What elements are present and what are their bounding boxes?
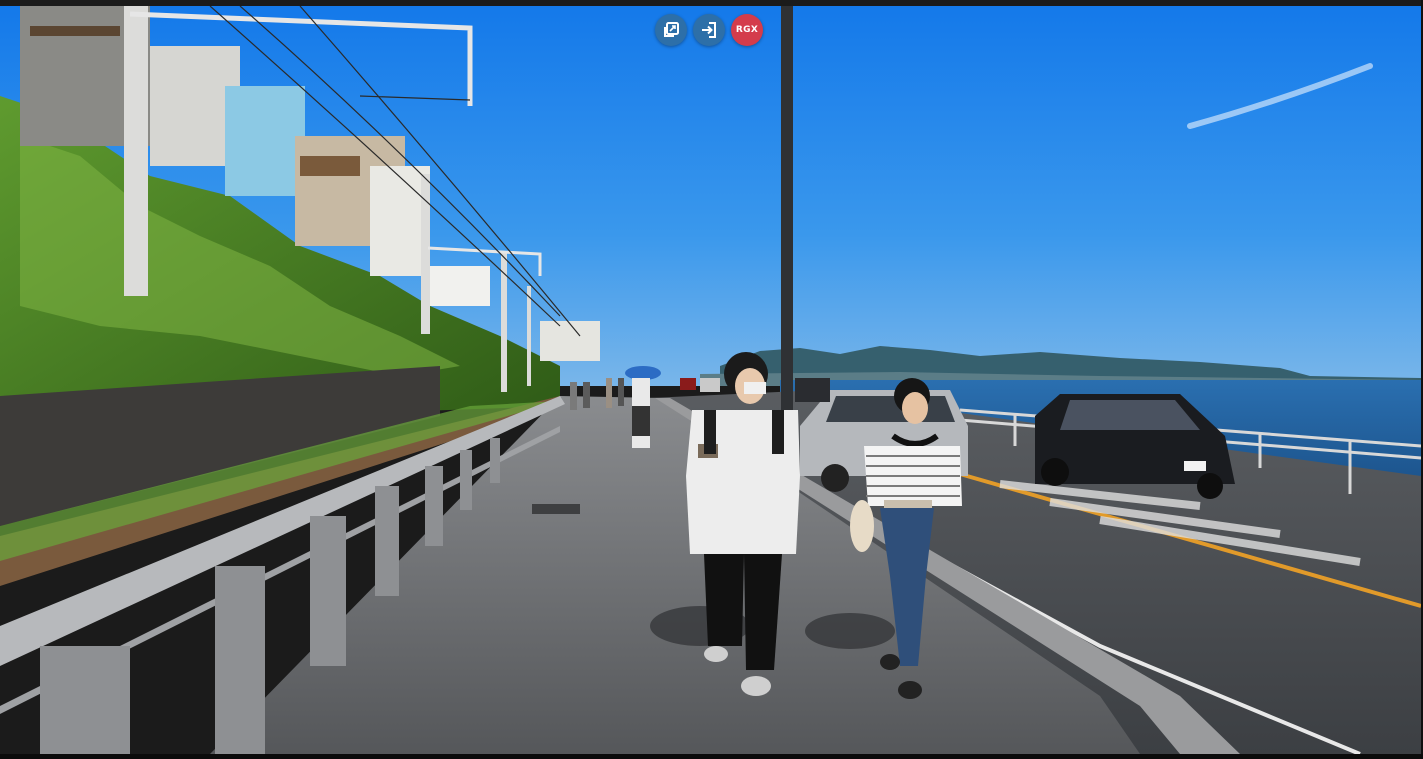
street-lamp-pole [781, 6, 793, 426]
street-scene [0, 6, 1421, 754]
frame-edge-bottom [0, 754, 1423, 759]
picture-in-picture-button[interactable] [655, 14, 687, 46]
enter-button[interactable] [693, 14, 725, 46]
drain-cover [532, 504, 580, 514]
video-player[interactable]: RGX [0, 0, 1423, 759]
enter-icon [702, 22, 716, 38]
rgx-button[interactable]: RGX [731, 14, 763, 46]
overlay-controls: RGX [655, 14, 763, 46]
walker-shadow [805, 613, 895, 649]
rgx-label: RGX [735, 25, 759, 35]
picture-in-picture-icon [664, 22, 679, 37]
video-frame[interactable] [0, 6, 1421, 754]
